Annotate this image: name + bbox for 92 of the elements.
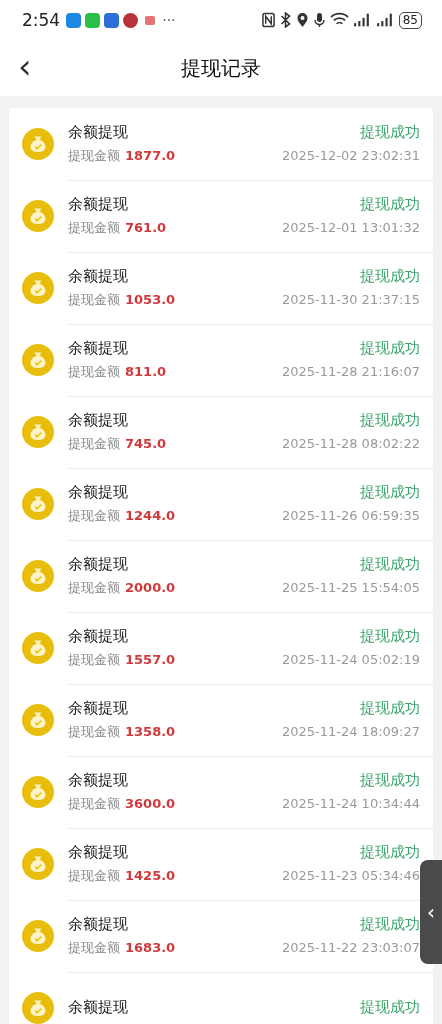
money-bag-icon <box>22 632 54 664</box>
status-text: 提现成功 <box>360 698 420 718</box>
amount-label: 提现金额 <box>68 146 120 165</box>
record-time: 2025-11-28 08:02:22 <box>281 436 420 451</box>
record-title: 余额提现 <box>68 842 128 862</box>
record-title: 余额提现 <box>68 998 128 1017</box>
record-time: 2025-11-24 18:09:27 <box>281 724 420 739</box>
nfc-icon <box>261 12 275 28</box>
money-bag-icon <box>22 848 54 880</box>
amount-value: 761.0 <box>125 220 167 235</box>
amount-label: 提现金额 <box>68 794 120 813</box>
amount-value: 1877.0 <box>125 148 176 163</box>
status-text: 提现成功 <box>360 842 420 862</box>
money-bag-icon <box>22 488 54 520</box>
status-text: 提现成功 <box>360 998 420 1017</box>
record-title: 余额提现 <box>68 266 128 286</box>
record-time: 2025-11-30 21:37:15 <box>281 292 420 307</box>
money-bag-icon <box>22 272 54 304</box>
bluetooth-icon <box>278 12 292 28</box>
amount-label: 提现金额 <box>68 866 120 885</box>
amount-value: 1557.0 <box>125 652 176 667</box>
money-bag-icon <box>22 200 54 232</box>
back-button[interactable]: ‹ <box>12 48 38 84</box>
status-text: 提现成功 <box>360 266 420 286</box>
amount-value: 1244.0 <box>125 508 176 523</box>
record-title: 余额提现 <box>68 410 128 430</box>
amount-value: 1425.0 <box>125 868 176 883</box>
record-title: 余额提现 <box>68 554 128 574</box>
amount-value: 2000.0 <box>125 580 176 595</box>
location-icon <box>295 12 309 28</box>
amount-value: 1053.0 <box>125 292 176 307</box>
record-time: 2025-11-26 06:59:35 <box>281 508 420 523</box>
microphone-icon <box>312 12 326 28</box>
amount-value: 811.0 <box>125 364 167 379</box>
status-text: 提现成功 <box>360 338 420 358</box>
app-notification-icon <box>145 15 156 25</box>
app-notification-icon <box>104 12 120 28</box>
amount-label: 提现金额 <box>68 506 120 525</box>
amount-label: 提现金额 <box>68 650 120 669</box>
amount-value: 1358.0 <box>125 724 176 739</box>
signal-icon <box>352 12 372 28</box>
amount-label: 提现金额 <box>68 362 120 381</box>
status-text: 提现成功 <box>360 482 420 502</box>
status-text: 提现成功 <box>360 914 420 934</box>
amount-label: 提现金额 <box>68 938 120 957</box>
battery-level: 85 <box>398 11 422 29</box>
record-title: 余额提现 <box>68 482 128 502</box>
page-title: 提现记录 <box>181 54 261 82</box>
record-title: 余额提现 <box>68 698 128 718</box>
money-bag-icon <box>22 920 54 952</box>
amount-value: 1683.0 <box>125 940 176 955</box>
money-bag-icon <box>22 704 54 736</box>
record-time: 2025-11-22 23:03:07 <box>281 940 420 955</box>
record-time: 2025-12-01 13:01:32 <box>281 220 420 235</box>
status-text: 提现成功 <box>360 410 420 430</box>
record-title: 余额提现 <box>68 122 128 142</box>
amount-value: 745.0 <box>125 436 167 451</box>
money-bag-icon <box>22 992 54 1024</box>
app-notification-icon <box>85 12 101 28</box>
record-time: 2025-11-24 05:02:19 <box>281 652 420 667</box>
record-time: 2025-11-28 21:16:07 <box>281 364 420 379</box>
amount-label: 提现金额 <box>68 290 120 309</box>
record-time: 2025-11-25 15:54:05 <box>281 580 420 595</box>
amount-label: 提现金额 <box>68 434 120 453</box>
side-panel-handle[interactable]: ‹ <box>420 860 442 964</box>
record-title: 余额提现 <box>68 770 128 790</box>
status-text: 提现成功 <box>360 194 420 214</box>
status-text: 提现成功 <box>360 554 420 574</box>
more-notifications: ··· <box>162 12 176 28</box>
amount-label: 提现金额 <box>68 218 120 237</box>
record-title: 余额提现 <box>68 194 128 214</box>
record-time: 2025-11-23 05:34:46 <box>281 868 420 883</box>
money-bag-icon <box>22 128 54 160</box>
status-text: 提现成功 <box>360 122 420 142</box>
status-time: 2:54 <box>22 10 61 30</box>
status-text: 提现成功 <box>360 770 420 790</box>
record-time: 2025-11-24 10:34:44 <box>281 796 420 811</box>
app-notification-icon <box>123 12 139 28</box>
amount-label: 提现金额 <box>68 578 120 597</box>
amount-value: 3600.0 <box>125 796 176 811</box>
signal-icon <box>375 12 395 28</box>
record-title: 余额提现 <box>68 338 128 358</box>
money-bag-icon <box>22 416 54 448</box>
app-notification-icon <box>66 12 82 28</box>
amount-label: 提现金额 <box>68 722 120 741</box>
record-title: 余额提现 <box>68 626 128 646</box>
status-text: 提现成功 <box>360 626 420 646</box>
money-bag-icon <box>22 344 54 376</box>
record-time: 2025-12-02 23:02:31 <box>281 148 420 163</box>
money-bag-icon <box>22 560 54 592</box>
money-bag-icon <box>22 776 54 808</box>
record-title: 余额提现 <box>68 914 128 934</box>
